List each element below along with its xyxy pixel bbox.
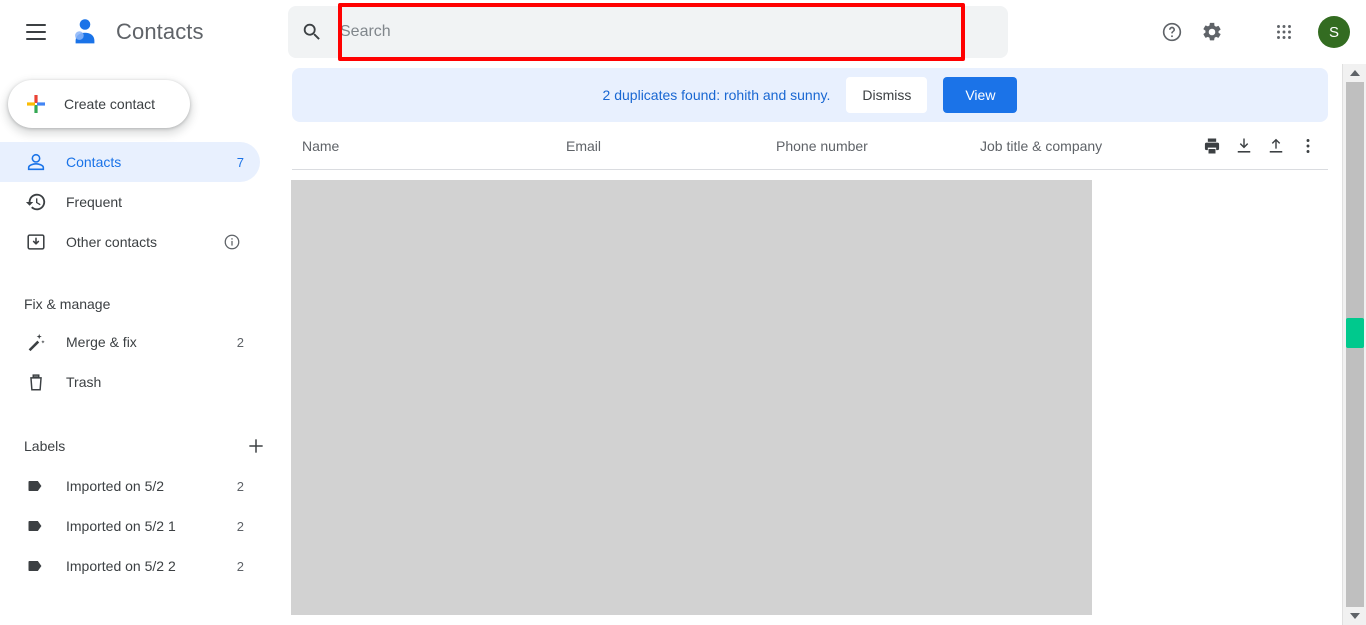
sidebar-item-label: Frequent: [66, 194, 123, 210]
sidebar-item-frequent[interactable]: Frequent: [0, 182, 260, 222]
google-apps-icon[interactable]: [1264, 12, 1304, 52]
upload-icon[interactable]: [1260, 130, 1292, 162]
contacts-table-header: Name Email Phone number Job title & comp…: [292, 122, 1328, 170]
sidebar-item-label: Contacts: [66, 154, 122, 170]
app-title: Contacts: [116, 19, 204, 44]
sidebar-label-imported-2[interactable]: Imported on 5/2 2 2: [0, 546, 260, 586]
label-tag-icon: [24, 554, 48, 578]
magic-wand-icon: [24, 330, 48, 354]
search-input[interactable]: [336, 7, 1008, 57]
contacts-list-placeholder: [291, 180, 1092, 615]
column-header-job-title[interactable]: Job title & company: [980, 138, 1102, 154]
more-vertical-icon[interactable]: [1292, 130, 1324, 162]
column-header-name[interactable]: Name: [302, 138, 339, 154]
sidebar-label-text: Imported on 5/2 1: [66, 518, 176, 534]
labels-header: Labels: [0, 426, 288, 466]
create-contact-button[interactable]: Create contact: [8, 80, 190, 128]
sidebar-label-count: 2: [236, 558, 244, 574]
other-contacts-icon: [24, 230, 48, 254]
sidebar-nav: Contacts 7 Frequent Other contacts Fix &…: [0, 142, 288, 586]
sidebar-label-imported-1[interactable]: Imported on 5/2 1 2: [0, 506, 260, 546]
scrollbar-track[interactable]: [1346, 82, 1364, 607]
sidebar-label-imported-0[interactable]: Imported on 5/2 2: [0, 466, 260, 506]
sidebar-gap-2: [0, 402, 288, 426]
dismiss-button[interactable]: Dismiss: [846, 77, 928, 113]
sidebar-item-label: Merge & fix: [66, 334, 137, 350]
create-contact-label: Create contact: [64, 96, 156, 112]
fix-and-manage-title: Fix & manage: [24, 296, 111, 312]
column-header-phone[interactable]: Phone number: [776, 138, 868, 154]
column-header-email[interactable]: Email: [566, 138, 601, 154]
duplicates-banner: 2 duplicates found: rohith and sunny. Di…: [292, 68, 1328, 122]
contacts-app: Contacts Search S Create contact Contact…: [0, 0, 1366, 625]
sidebar-item-count: 2: [236, 334, 244, 350]
vertical-scrollbar[interactable]: [1342, 64, 1366, 625]
search-icon[interactable]: [288, 6, 336, 58]
view-button[interactable]: View: [943, 77, 1018, 113]
contacts-logo-brand[interactable]: Contacts: [68, 12, 204, 52]
sidebar-label-text: Imported on 5/2: [66, 478, 165, 494]
sidebar-item-count: 7: [236, 154, 244, 170]
search-bar[interactable]: [288, 6, 1008, 58]
hamburger-menu-icon[interactable]: [20, 16, 52, 48]
top-bar: Contacts Search S: [0, 0, 1366, 64]
help-icon[interactable]: [1152, 12, 1192, 52]
sidebar-label-count: 2: [236, 478, 244, 494]
avatar[interactable]: S: [1318, 16, 1350, 48]
info-icon[interactable]: [220, 230, 244, 254]
labels-title: Labels: [24, 438, 66, 454]
person-icon: [24, 150, 48, 174]
label-tag-icon: [24, 514, 48, 538]
plus-icon[interactable]: [240, 430, 272, 462]
contacts-logo-icon: [68, 15, 102, 49]
settings-icon[interactable]: [1192, 12, 1232, 52]
sidebar-label-text: Imported on 5/2 2: [66, 558, 176, 574]
sidebar-item-label: Other contacts: [66, 234, 158, 250]
sidebar-item-trash[interactable]: Trash: [0, 362, 260, 402]
google-plus-icon: [24, 92, 48, 116]
print-icon[interactable]: [1196, 130, 1228, 162]
sidebar-item-other-contacts[interactable]: Other contacts: [0, 222, 260, 262]
duplicates-banner-text: 2 duplicates found: rohith and sunny.: [602, 87, 831, 103]
scroll-up-arrow-icon[interactable]: [1343, 64, 1366, 82]
main-content: 2 duplicates found: rohith and sunny. Di…: [288, 64, 1342, 625]
sidebar: Create contact Contacts 7 Frequent Other…: [0, 64, 288, 625]
sidebar-label-count: 2: [236, 518, 244, 534]
scrollbar-thumb[interactable]: [1346, 318, 1364, 348]
top-bar-actions: S: [1152, 12, 1350, 52]
history-clock-icon: [24, 190, 48, 214]
download-icon[interactable]: [1228, 130, 1260, 162]
table-header-actions: [1196, 130, 1324, 162]
sidebar-item-label: Trash: [66, 374, 102, 390]
label-tag-icon: [24, 474, 48, 498]
sidebar-item-merge-and-fix[interactable]: Merge & fix 2: [0, 322, 260, 362]
sidebar-item-contacts[interactable]: Contacts 7: [0, 142, 260, 182]
trash-icon: [24, 370, 48, 394]
scroll-down-arrow-icon[interactable]: [1343, 607, 1366, 625]
